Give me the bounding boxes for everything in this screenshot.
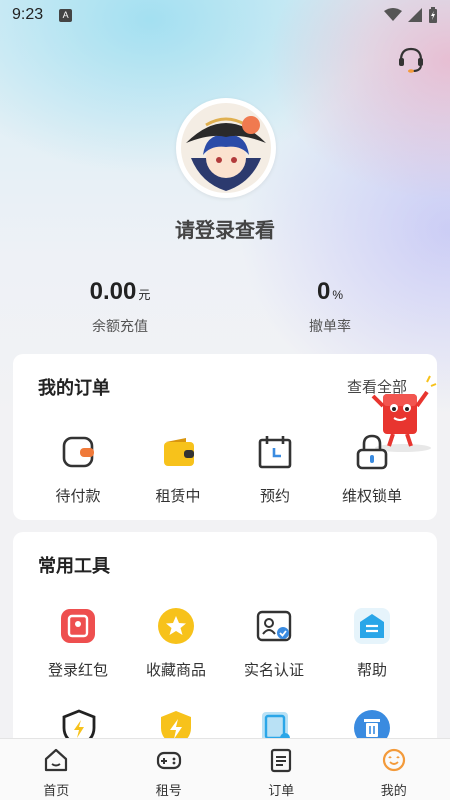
red-packet-icon <box>61 609 95 643</box>
tools-title: 常用工具 <box>38 556 110 576</box>
cancel-rate-value: 0 <box>316 278 331 305</box>
tab-orders-label: 订单 <box>268 783 295 798</box>
balance-unit: 元 <box>138 288 151 302</box>
wallet-icon <box>164 438 194 466</box>
help-item[interactable]: 帮助 <box>319 606 425 680</box>
tab-rent[interactable]: 租号 <box>113 739 226 800</box>
customer-service-icon[interactable] <box>396 44 426 74</box>
login-redpacket-label: 登录红包 <box>47 662 108 679</box>
real-name-auth-label: 实名认证 <box>243 662 304 679</box>
wallet-pending-icon <box>62 436 94 468</box>
renting-item[interactable]: 租赁中 <box>125 432 231 506</box>
tab-rent-label: 租号 <box>155 783 182 798</box>
cancel-rate-unit: % <box>332 288 344 302</box>
notification-badge: A <box>59 8 73 22</box>
help-box-icon <box>354 608 390 644</box>
help-label: 帮助 <box>356 662 387 679</box>
pending-payment-label: 待付款 <box>55 488 101 505</box>
avatar-image <box>181 103 271 193</box>
my-orders-card: 我的订单 查看全部 待付款 租赁中 预约 维权锁单 <box>13 354 437 520</box>
orders-title: 我的订单 <box>38 378 110 398</box>
cancel-rate-label: 撤单率 <box>309 318 351 334</box>
reservation-item[interactable]: 预约 <box>222 432 328 506</box>
login-redpacket-item[interactable]: 登录红包 <box>25 606 131 680</box>
tab-orders[interactable]: 订单 <box>225 739 338 800</box>
favorites-item[interactable]: 收藏商品 <box>123 606 229 680</box>
bottom-tab-bar: 首页 租号 订单 我的 <box>0 738 450 800</box>
tab-home[interactable]: 首页 <box>0 739 113 800</box>
calendar-icon <box>258 436 292 469</box>
signal-icon <box>408 8 422 22</box>
pending-payment-item[interactable]: 待付款 <box>25 432 131 506</box>
reservation-label: 预约 <box>259 488 290 505</box>
home-icon <box>45 748 68 772</box>
real-name-auth-item[interactable]: 实名认证 <box>221 606 327 680</box>
id-card-icon <box>256 610 292 642</box>
lock-icon <box>356 434 388 470</box>
cancel-rate-stat[interactable]: 0% 撤单率 <box>230 278 430 336</box>
status-bar: 9:23 A <box>0 0 450 30</box>
tools-card: 常用工具 登录红包 收藏商品 实名认证 帮助 <box>13 532 437 762</box>
clipboard-icon <box>271 748 292 773</box>
balance-label: 余额充值 <box>92 318 148 334</box>
tab-mine-label: 我的 <box>380 783 407 798</box>
renting-label: 租赁中 <box>155 488 201 505</box>
rights-lock-label: 维权锁单 <box>341 488 402 505</box>
smiley-icon <box>382 748 405 772</box>
rights-lock-item[interactable]: 维权锁单 <box>319 432 425 506</box>
balance-stat[interactable]: 0.00 元 余额充值 <box>20 278 220 336</box>
battery-icon <box>429 7 437 23</box>
status-time: 9:23 <box>12 6 44 23</box>
tab-home-label: 首页 <box>43 783 70 798</box>
wifi-icon <box>384 8 402 21</box>
star-icon <box>158 608 194 644</box>
favorites-label: 收藏商品 <box>145 662 206 679</box>
login-prompt[interactable]: 请登录查看 <box>0 214 450 243</box>
tab-mine[interactable]: 我的 <box>338 739 450 800</box>
avatar[interactable] <box>176 98 276 198</box>
balance-value: 0.00 <box>89 278 137 305</box>
gamepad-icon <box>156 751 181 770</box>
